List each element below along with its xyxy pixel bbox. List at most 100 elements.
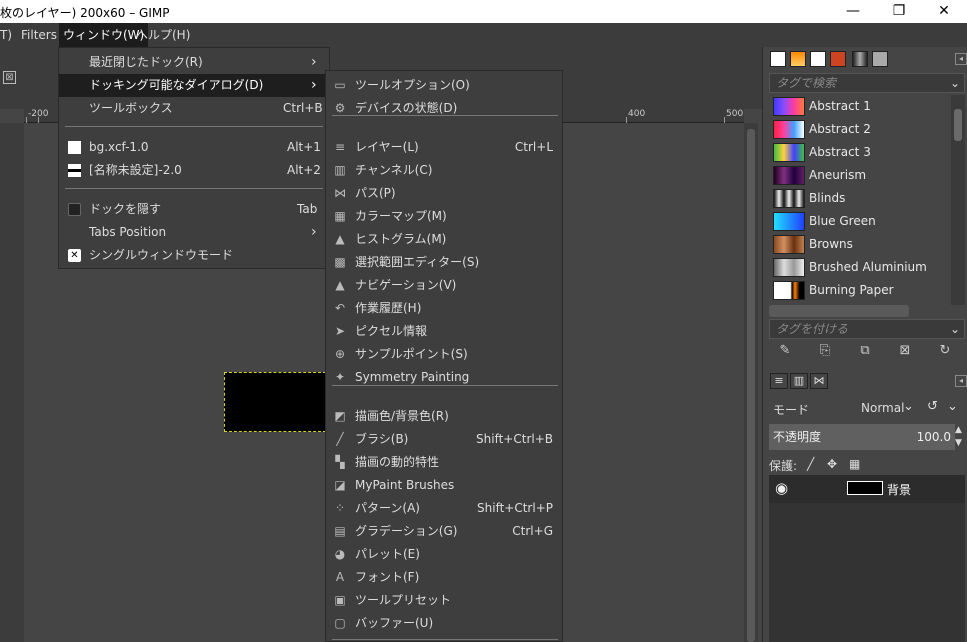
chevron-down-icon[interactable]: ⌄ — [903, 399, 914, 414]
gradient-name: Blinds — [809, 191, 846, 205]
dialog-item[interactable]: ⋈ パス(P) — [326, 182, 562, 205]
dialog-item[interactable]: ▥ チャンネル(C) — [326, 159, 562, 182]
dialog-item[interactable]: ◩ 描画色/背景色(R) — [326, 405, 562, 428]
close-tab-icon[interactable]: ⊠ — [3, 71, 16, 84]
dockable-dialogs-item[interactable]: ドッキング可能なダイアログ(D) › — [59, 74, 329, 97]
visibility-eye-icon[interactable]: ◉ — [775, 479, 788, 497]
maximize-icon[interactable]: ❐ — [876, 0, 922, 23]
lock-alpha-icon[interactable]: ▦ — [849, 457, 860, 471]
opacity-spinner-icon[interactable]: ▲ ▼ — [955, 424, 962, 450]
dialog-item[interactable]: ⁘ パターン(A) Shift+Ctrl+P — [326, 497, 562, 520]
tabs-position-item[interactable]: Tabs Position › — [59, 221, 329, 244]
new-icon[interactable]: ⎘ — [815, 343, 835, 361]
mode-select[interactable]: Normal — [861, 401, 904, 415]
menu-item-label: ドッキング可能なダイアログ(D) — [89, 78, 264, 92]
tool-presets-tab-icon[interactable] — [872, 51, 888, 67]
gradient-item[interactable]: Abstract 3 — [769, 141, 951, 164]
chevron-down-icon[interactable]: ⌄ — [947, 399, 958, 414]
channels-tab-icon[interactable]: ▥ — [790, 373, 808, 389]
menu-help[interactable]: ヘルプ(H) — [132, 23, 194, 47]
gradient-item[interactable]: Abstract 2 — [769, 118, 951, 141]
dialog-item[interactable]: ▦ カラーマップ(M) — [326, 205, 562, 228]
menu-filters[interactable]: Filters — [17, 23, 61, 47]
checkbox-checked-icon: ✕ — [68, 249, 81, 262]
dialog-item[interactable]: ▲ ナビゲーション(V) — [326, 274, 562, 297]
toolbox-item[interactable]: ツールボックス Ctrl+B — [59, 97, 329, 120]
opacity-slider[interactable]: 不透明度 100.0 — [769, 424, 955, 450]
dialog-item[interactable]: ▣ ツールプリセット — [326, 589, 562, 612]
shortcut: Ctrl+G — [512, 524, 553, 538]
chevron-down-icon[interactable]: ⌄ — [950, 320, 960, 338]
dialog-item[interactable]: ✦ Symmetry Painting — [326, 366, 562, 389]
chevron-down-icon[interactable]: ⌄ — [950, 74, 960, 92]
dialog-item[interactable]: ➤ ピクセル情報 — [326, 320, 562, 343]
ruler-label: 400 — [628, 109, 646, 119]
dialog-item[interactable]: ◪ MyPaint Brushes — [326, 474, 562, 497]
gradient-swatch — [773, 258, 805, 277]
gradient-item[interactable]: Browns — [769, 233, 951, 256]
menu-tools[interactable]: T) — [0, 23, 16, 47]
image-window-1-item[interactable]: bg.xcf-1.0 Alt+1 — [59, 136, 329, 159]
dialog-item[interactable]: A フォント(F) — [326, 566, 562, 589]
gradient-item[interactable]: Blue Green — [769, 210, 951, 233]
delete-icon[interactable]: ⊠ — [895, 343, 915, 361]
fonts-tab-icon[interactable] — [810, 51, 826, 67]
dialog-item[interactable]: ◕ パレット(E) — [326, 543, 562, 566]
dialog-item[interactable]: ≡ レイヤー(L) Ctrl+L — [326, 136, 562, 159]
vertical-scrollbar[interactable] — [744, 123, 758, 642]
brushes-tab-icon[interactable] — [770, 51, 786, 67]
lock-pixels-icon[interactable]: ╱ — [807, 457, 814, 471]
lock-position-icon[interactable]: ✥ — [827, 457, 837, 471]
gradient-item[interactable]: Abstract 1 — [769, 95, 951, 118]
gradient-list[interactable]: Abstract 1 Abstract 2 Abstract 3 Aneurism Bl… — [769, 95, 951, 303]
gradient-name: Brushed Aluminium — [809, 260, 927, 274]
tag-search-input[interactable]: タグで検索 ⌄ — [769, 73, 965, 93]
layers-tab-icon[interactable]: ≡ — [770, 373, 788, 389]
palettes-tab-icon[interactable] — [830, 51, 846, 67]
scroll-thumb[interactable] — [954, 109, 962, 141]
dialog-item[interactable]: ▩ 選択範囲エディター(S) — [326, 251, 562, 274]
gradient-swatch — [773, 97, 805, 116]
edit-icon[interactable]: ✎ — [775, 343, 795, 361]
close-icon[interactable]: ✕ — [921, 0, 967, 23]
dialog-item[interactable]: ↶ 作業履歴(H) — [326, 297, 562, 320]
dock-menu-icon[interactable]: ◂ — [955, 53, 967, 65]
paths-tab-icon[interactable]: ⋈ — [810, 373, 828, 389]
image-canvas[interactable] — [224, 372, 326, 432]
gradient-scrollbar[interactable] — [951, 95, 965, 305]
gradient-item[interactable]: Blinds — [769, 187, 951, 210]
hide-docks-item[interactable]: ドックを隠す Tab — [59, 198, 329, 221]
composite-mode-icon[interactable]: ↺ — [927, 399, 938, 414]
recent-docks-item[interactable]: 最近閉じたドック(R) › — [59, 51, 329, 74]
dialog-item[interactable]: ⊕ サンプルポイント(S) — [326, 343, 562, 366]
ruler-tick — [38, 117, 39, 123]
layers-list[interactable]: ◉ 背景 — [769, 475, 965, 642]
patterns-tab-icon[interactable] — [790, 51, 806, 67]
layer-row[interactable]: ◉ 背景 — [769, 475, 965, 503]
gradient-item[interactable]: Burning Paper — [769, 279, 951, 302]
refresh-icon[interactable]: ↻ — [935, 343, 955, 361]
dialog-item[interactable]: ▢ バッファー(U) — [326, 612, 562, 635]
vertical-ruler[interactable] — [0, 123, 24, 642]
minimize-icon[interactable]: — — [830, 0, 876, 23]
navigation-icon: ▲ — [335, 278, 345, 292]
colormap-icon: ▦ — [334, 209, 346, 223]
image-window-2-item[interactable]: [名称未設定]-2.0 Alt+2 — [59, 159, 329, 182]
gradients-tab-icon[interactable] — [852, 51, 868, 67]
dialog-item[interactable]: ▤ グラデーション(G) Ctrl+G — [326, 520, 562, 543]
horizontal-scrollbar[interactable] — [769, 305, 909, 317]
dock-menu-icon[interactable]: ◂ — [955, 375, 967, 387]
duplicate-icon[interactable]: ⧉ — [855, 343, 875, 361]
single-window-mode-item[interactable]: ✕ シングルウィンドウモード — [59, 244, 329, 267]
dialog-item[interactable]: ▚ 描画の動的特性 — [326, 451, 562, 474]
gradient-item[interactable]: Brushed Aluminium — [769, 256, 951, 279]
scroll-thumb[interactable] — [747, 129, 755, 642]
dialog-item[interactable]: ⚙ デバイスの状態(D) — [326, 97, 562, 120]
gradient-item[interactable]: Aneurism — [769, 164, 951, 187]
dialog-item[interactable]: ╱ ブラシ(B) Shift+Ctrl+B — [326, 428, 562, 451]
dialog-item[interactable]: ▭ ツールオプション(O) — [326, 74, 562, 97]
menu-item-label: サンプルポイント(S) — [355, 347, 468, 361]
checkbox-icon — [68, 203, 81, 216]
dialog-item[interactable]: ▲ ヒストグラム(M) — [326, 228, 562, 251]
tag-assign-input[interactable]: タグを付ける ⌄ — [769, 319, 965, 339]
